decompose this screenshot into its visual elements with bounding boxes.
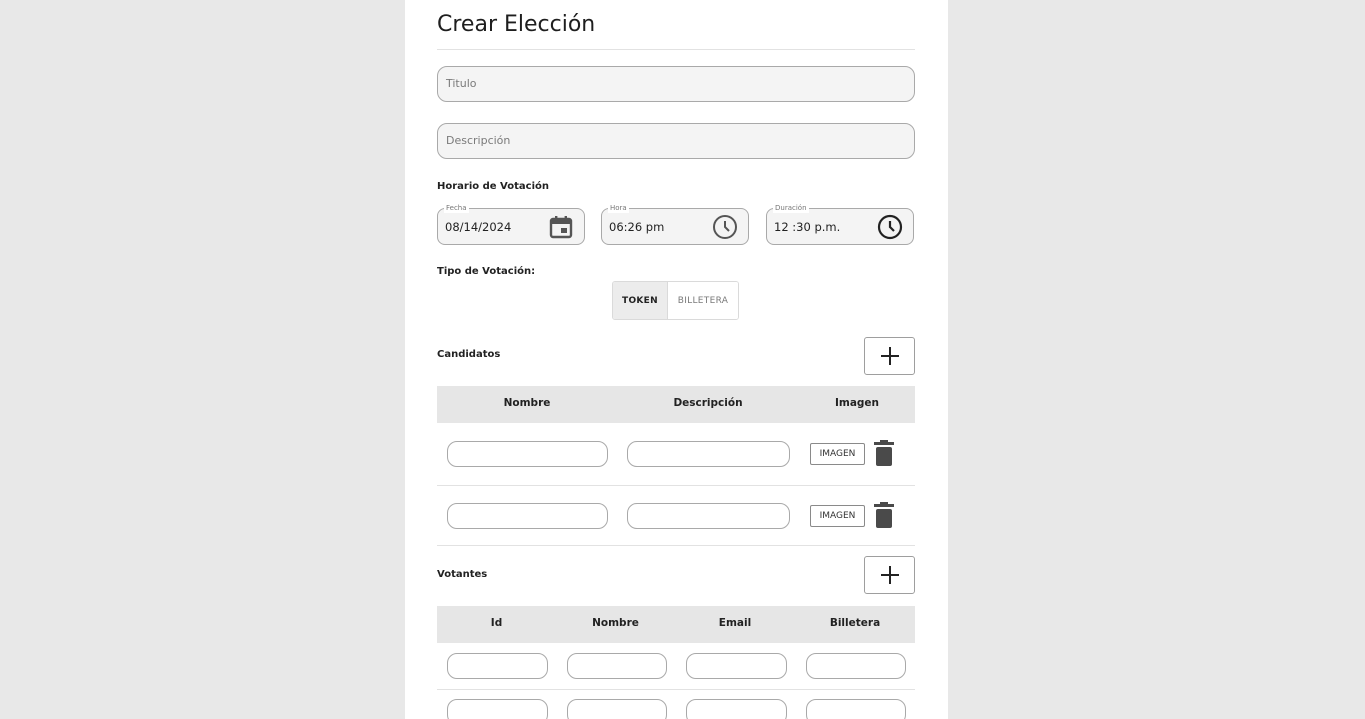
voter-email-input[interactable] [686,699,787,719]
clock-icon[interactable] [877,214,903,240]
candidate-row: IMAGEN [437,486,915,546]
duration-picker-label: Duración [773,203,809,213]
candidates-table-header: Nombre Descripción Imagen [437,386,915,423]
voters-label: Votantes [437,569,488,580]
candidates-col-description: Descripción [673,397,743,409]
title-input[interactable]: Titulo [437,66,915,102]
trash-icon[interactable] [874,502,894,528]
candidates-col-image: Imagen [834,397,880,409]
voting-type-wallet[interactable]: BILLETERA [668,282,738,319]
voter-row [437,643,915,690]
voters-table-header: Id Nombre Email Billetera [437,606,915,643]
clock-icon[interactable] [712,214,738,240]
plus-icon [880,347,899,365]
voter-email-input[interactable] [686,653,787,679]
voter-id-input[interactable] [447,699,548,719]
voter-name-input[interactable] [567,653,667,679]
date-picker-value: 08/14/2024 [445,220,512,234]
candidate-name-input[interactable] [447,441,608,467]
description-input[interactable]: Descripción [437,123,915,159]
voter-name-input[interactable] [567,699,667,719]
voting-type-toggle: TOKEN BILLETERA [612,281,739,320]
voters-col-name: Nombre [592,617,639,629]
voters-col-email: Email [718,617,752,629]
voters-col-id: Id [490,617,503,629]
voter-wallet-input[interactable] [806,699,906,719]
time-picker-label: Hora [608,203,629,213]
voting-type-token[interactable]: TOKEN [613,282,668,319]
candidates-col-name: Nombre [503,397,551,409]
add-candidate-button[interactable] [864,337,915,375]
candidate-image-button[interactable]: IMAGEN [810,443,865,465]
voters-col-wallet: Billetera [829,617,881,629]
candidate-name-input[interactable] [447,503,608,529]
candidate-description-input[interactable] [627,503,790,529]
create-election-panel: Crear Elección Titulo Descripción Horari… [405,0,948,719]
date-picker[interactable]: Fecha 08/14/2024 [437,203,585,245]
add-voter-button[interactable] [864,556,915,594]
candidate-description-input[interactable] [627,441,790,467]
page-title: Crear Elección [437,12,596,37]
calendar-icon[interactable] [548,214,574,240]
plus-icon [880,566,899,584]
duration-picker-value: 12 :30 p.m. [774,220,841,234]
time-picker[interactable]: Hora 06:26 pm [601,203,749,245]
time-picker-value: 06:26 pm [609,220,665,234]
date-picker-label: Fecha [444,203,469,213]
candidates-label: Candidatos [437,349,501,360]
candidate-image-button[interactable]: IMAGEN [810,505,865,527]
trash-icon[interactable] [874,440,894,466]
title-divider [437,49,915,50]
candidate-row: IMAGEN [437,423,915,486]
title-input-placeholder: Titulo [446,77,477,90]
voting-type-label: Tipo de Votación: [437,266,536,277]
voter-wallet-input[interactable] [806,653,906,679]
schedule-label: Horario de Votación [437,181,549,192]
description-input-placeholder: Descripción [446,134,511,147]
duration-picker[interactable]: Duración 12 :30 p.m. [766,203,914,245]
voter-row [437,690,915,719]
voter-id-input[interactable] [447,653,548,679]
